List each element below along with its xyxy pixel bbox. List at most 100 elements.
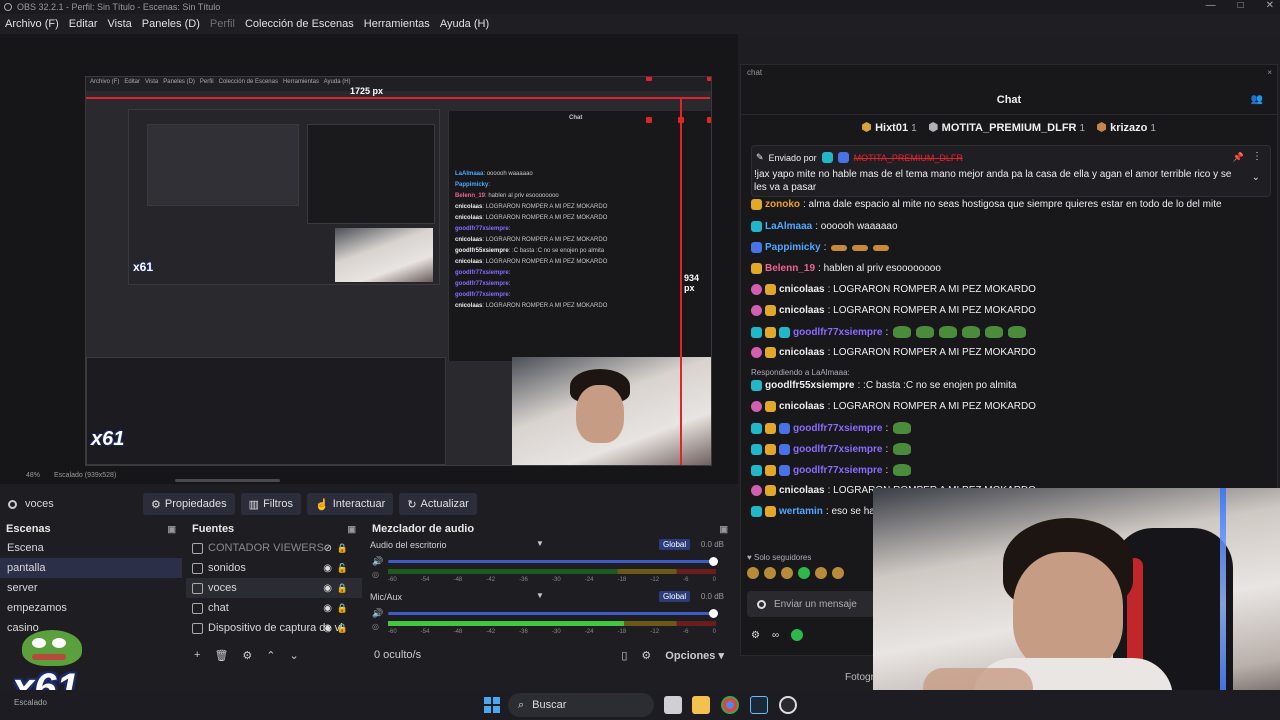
lock-icon[interactable]: 🔒 [337, 583, 348, 594]
emote-icon[interactable] [798, 567, 810, 579]
preview-canvas[interactable]: Archivo (F) Editar Vista Paneles (D) Per… [0, 34, 738, 484]
trash-icon[interactable]: 🗑 [214, 649, 228, 662]
chat-username[interactable]: cnicolaas [779, 347, 825, 358]
chat-username[interactable]: cnicolaas [779, 284, 825, 295]
transform-handle[interactable] [678, 117, 684, 123]
chat-username[interactable]: cnicolaas [779, 305, 825, 316]
dock-menu-icon[interactable]: ▣ [347, 524, 356, 535]
windows-start-icon[interactable] [484, 697, 500, 713]
leader-entry[interactable]: Hixt01 1 [862, 122, 917, 134]
eye-hidden-icon[interactable]: ⊘ [324, 543, 332, 554]
chat-username[interactable]: LaAlmaaa [765, 221, 812, 232]
chevron-down-icon[interactable]: ▼ [536, 591, 544, 600]
emote-icon[interactable] [781, 567, 793, 579]
chrome-icon[interactable] [721, 696, 739, 714]
slider-knob[interactable] [709, 557, 718, 566]
mixer-options-button[interactable]: Opciones ▾ [665, 649, 724, 662]
scene-item[interactable]: pantalla [0, 558, 182, 578]
chevron-down-icon[interactable]: ▼ [536, 539, 544, 548]
volume-slider[interactable] [388, 609, 718, 618]
menu-item[interactable]: Vista [103, 18, 137, 30]
chat-username[interactable]: goodlfr55xsiempre [765, 380, 854, 391]
chat-username[interactable]: wertamin [779, 506, 823, 517]
file-explorer-icon[interactable] [664, 696, 682, 714]
minimize-button[interactable]: — [1206, 0, 1216, 11]
chat-username[interactable]: goodlfr77xsiempre [793, 327, 882, 338]
move-down-icon[interactable]: ⌄ [290, 649, 299, 662]
users-icon[interactable]: 👥 [1251, 94, 1263, 105]
menu-item[interactable]: Herramientas [359, 18, 435, 30]
chat-username[interactable]: Pappimicky [765, 242, 821, 253]
leader-entry[interactable]: krizazo 1 [1097, 122, 1156, 134]
move-up-icon[interactable]: ⌃ [266, 649, 275, 662]
close-icon[interactable]: × [1267, 68, 1272, 77]
close-button[interactable]: ✕ [1266, 0, 1274, 11]
chat-username[interactable]: cnicolaas [779, 485, 825, 496]
lock-icon[interactable]: 🔒 [337, 623, 348, 634]
unpin-icon[interactable]: 📌 [1233, 152, 1244, 163]
gear-icon[interactable]: ⚙ [242, 649, 252, 662]
transform-handle[interactable] [646, 117, 652, 123]
scene-item[interactable]: server [0, 578, 182, 598]
global-badge[interactable]: Global [659, 591, 691, 602]
folder-icon[interactable] [692, 696, 710, 714]
emote-icon[interactable] [815, 567, 827, 579]
global-badge[interactable]: Global [659, 539, 691, 550]
chat-input[interactable]: Enviar un mensaje [747, 591, 875, 617]
unlock-icon[interactable]: 🔓 [337, 563, 348, 574]
scene-item[interactable]: empezamos [0, 598, 182, 618]
more-icon[interactable]: ⋮ [1252, 151, 1262, 162]
lock-icon[interactable]: 🔒 [337, 603, 348, 614]
eye-icon[interactable]: ◉ [323, 603, 332, 614]
emote-icon[interactable] [832, 567, 844, 579]
menu-item[interactable]: Ayuda (H) [435, 18, 494, 30]
leader-entry[interactable]: MOTITA_PREMIUM_DLFR 1 [928, 122, 1085, 134]
preview-scrollbar[interactable] [175, 479, 280, 482]
eye-icon[interactable]: ◉ [323, 563, 332, 574]
chat-username[interactable]: goodlfr77xsiempre [793, 423, 882, 434]
obs-taskbar-icon[interactable] [779, 696, 797, 714]
expand-icon[interactable]: ⌄ [1252, 172, 1260, 183]
source-item[interactable]: voces ◉ 🔒 [186, 578, 362, 598]
menu-item[interactable]: Perfil [205, 18, 240, 30]
filters-button[interactable]: ▥ Filtros [240, 493, 302, 515]
transform-handle[interactable] [707, 117, 711, 123]
speaker-icon[interactable]: 🔊 [372, 556, 383, 567]
menu-item[interactable]: Archivo (F) [0, 18, 64, 30]
source-item[interactable]: sonidos ◉ 🔓 [186, 558, 362, 578]
eye-icon[interactable]: ◉ [323, 623, 332, 634]
chat-username[interactable]: goodlfr77xsiempre [793, 444, 882, 455]
emote-icon[interactable] [747, 567, 759, 579]
zoom-level[interactable]: 48% [26, 472, 40, 479]
menu-item[interactable]: Editar [64, 18, 103, 30]
emote-icon[interactable] [764, 567, 776, 579]
eye-icon[interactable]: ◉ [323, 583, 332, 594]
menu-item[interactable]: Paneles (D) [137, 18, 205, 30]
gear-icon[interactable]: ⚙ [641, 649, 651, 662]
chat-username[interactable]: cnicolaas [779, 401, 825, 412]
taskbar-search[interactable]: ⌕ Buscar [508, 693, 654, 717]
steam-icon[interactable] [750, 696, 768, 714]
source-item[interactable]: Dispositivo de captura de vi ◉ 🔒 [186, 618, 362, 638]
lock-icon[interactable]: 🔒 [337, 543, 348, 554]
chat-username[interactable]: goodlfr77xsiempre [793, 465, 882, 476]
chat-username[interactable]: zonoko [765, 199, 800, 210]
pinned-user[interactable]: MOTITA_PREMIUM_DLFR [854, 153, 963, 163]
maximize-button[interactable]: □ [1238, 0, 1244, 11]
transform-handle[interactable] [646, 77, 652, 81]
monitor-icon[interactable]: ◎ [372, 622, 379, 631]
source-item[interactable]: CONTADOR VIEWERS ⊘ 🔒 [186, 538, 362, 558]
interact-button[interactable]: ☝ Interactuar [307, 493, 394, 515]
settings-icon[interactable]: ⚙ [751, 630, 760, 641]
source-item[interactable]: chat ◉ 🔒 [186, 598, 362, 618]
chat-username[interactable]: Belenn_19 [765, 263, 815, 274]
dock-menu-icon[interactable]: ▣ [167, 524, 176, 535]
scene-item[interactable]: Escena [0, 538, 182, 558]
volume-slider[interactable] [388, 557, 718, 566]
slider-knob[interactable] [709, 609, 718, 618]
speaker-icon[interactable]: 🔊 [372, 608, 383, 619]
dock-menu-icon[interactable]: ▣ [719, 524, 728, 535]
properties-button[interactable]: ⚙ Propiedades [143, 493, 235, 515]
monitor-icon[interactable]: ◎ [372, 570, 379, 579]
refresh-button[interactable]: ↻ Actualizar [399, 493, 477, 515]
